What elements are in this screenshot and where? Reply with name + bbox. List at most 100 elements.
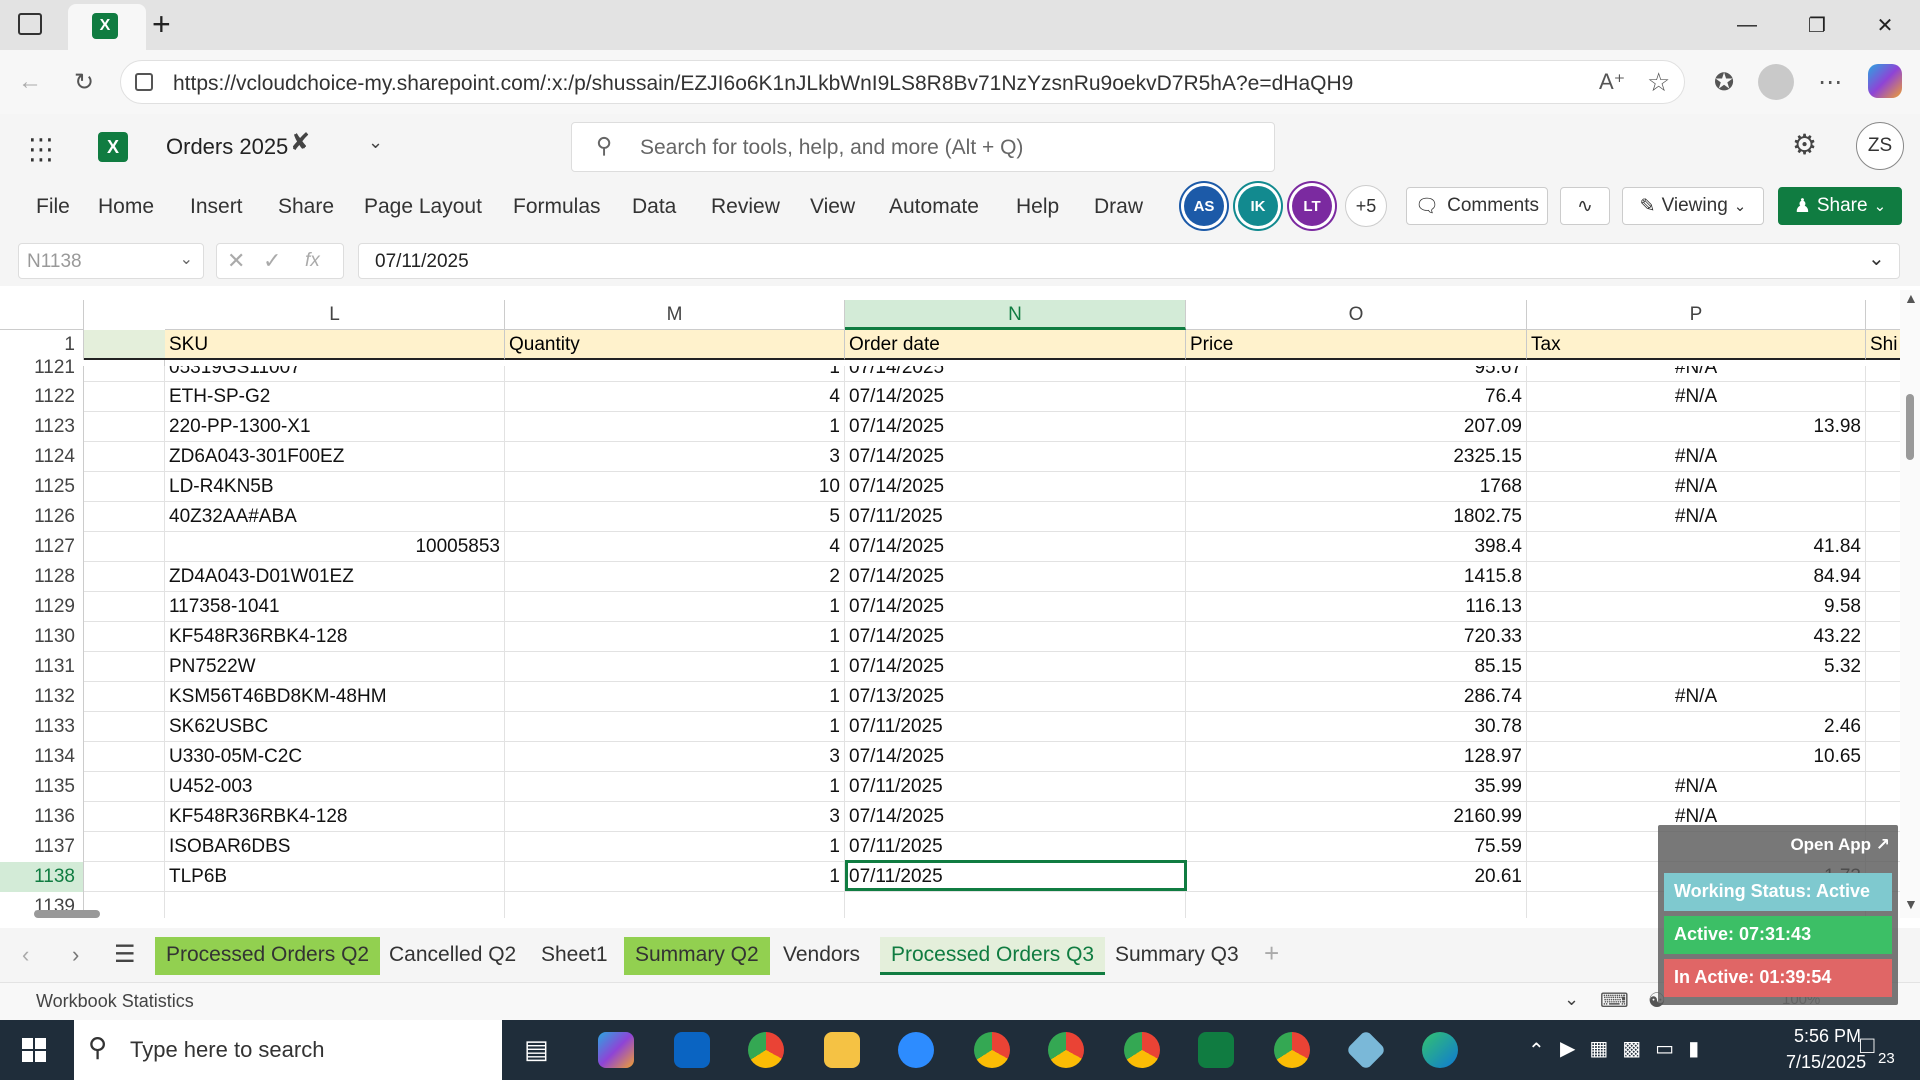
table-cell[interactable]: 07/14/2025 [845, 742, 1186, 772]
table-cell[interactable]: #N/A [1527, 442, 1866, 472]
table-cell[interactable] [1866, 772, 1900, 802]
table-cell[interactable]: 1802.75 [1186, 502, 1527, 532]
header-cell[interactable]: Price [1186, 330, 1527, 360]
back-icon[interactable]: ← [12, 64, 48, 100]
table-cell[interactable]: 220-PP-1300-X1 [165, 412, 505, 442]
table-cell[interactable]: U330-05M-C2C [165, 742, 505, 772]
table-cell[interactable]: 07/14/2025 [845, 472, 1186, 502]
name-box[interactable]: N1138 ⌄ [18, 243, 204, 279]
row-number[interactable]: 1122 [0, 382, 84, 412]
column-header-l[interactable]: L [165, 300, 505, 330]
app-launcher-icon[interactable]: ⋯ ⋯ ⋯ [28, 126, 54, 172]
all-sheets-menu-icon[interactable]: ☰ [114, 940, 136, 969]
table-cell[interactable]: #N/A [1527, 682, 1866, 712]
table-cell[interactable] [1866, 562, 1900, 592]
copilot-icon[interactable] [1868, 64, 1902, 98]
table-cell[interactable]: 35.99 [1186, 772, 1527, 802]
table-cell[interactable] [84, 502, 165, 532]
search-box[interactable]: ⚲ Search for tools, help, and more (Alt … [571, 122, 1275, 172]
chrome-profile-3-icon[interactable] [1124, 1032, 1160, 1068]
row-number[interactable]: 1138 [0, 862, 84, 892]
scroll-thumb[interactable] [1906, 394, 1914, 460]
chevron-down-icon[interactable]: ⌄ [1564, 989, 1579, 1010]
table-cell[interactable]: 116.13 [1186, 592, 1527, 622]
table-cell[interactable] [1866, 442, 1900, 472]
table-cell[interactable]: 1415.8 [1186, 562, 1527, 592]
copilot-app-icon[interactable] [598, 1032, 634, 1068]
row-number[interactable]: 1133 [0, 712, 84, 742]
fx-icon[interactable]: fx [305, 250, 320, 272]
table-cell[interactable] [84, 382, 165, 412]
presence-more[interactable]: +5 [1345, 185, 1387, 227]
table-cell[interactable]: #N/A [1527, 472, 1866, 502]
close-icon[interactable]: ✕ [1862, 8, 1908, 42]
add-sheet-icon[interactable]: + [1264, 938, 1279, 969]
vertical-scrollbar[interactable]: ▲ ▼ [1900, 290, 1920, 918]
windows-start-icon[interactable] [22, 1038, 46, 1062]
table-cell[interactable] [1866, 532, 1900, 562]
table-cell[interactable]: 13.98 [1527, 412, 1866, 442]
confirm-icon[interactable]: ✓ [263, 248, 281, 274]
table-cell[interactable]: 07/11/2025 [845, 772, 1186, 802]
table-cell[interactable] [1866, 412, 1900, 442]
table-cell[interactable] [84, 652, 165, 682]
task-view-icon[interactable]: ▤ [524, 1034, 549, 1065]
row-number[interactable]: 1132 [0, 682, 84, 712]
table-cell[interactable] [84, 412, 165, 442]
tab-actions-icon[interactable] [18, 13, 42, 35]
column-header-m[interactable]: M [505, 300, 845, 330]
table-cell[interactable] [84, 772, 165, 802]
share-button[interactable]: ♟ Share ⌄ [1778, 187, 1902, 225]
row-number[interactable]: 1126 [0, 502, 84, 532]
user-avatar[interactable]: ZS [1856, 122, 1904, 170]
table-cell[interactable]: 07/14/2025 [845, 562, 1186, 592]
table-cell[interactable] [84, 532, 165, 562]
table-cell[interactable]: #N/A [1527, 382, 1866, 412]
table-cell[interactable]: U452-003 [165, 772, 505, 802]
table-cell[interactable]: 1 [505, 622, 845, 652]
table-cell[interactable]: 1 [505, 366, 845, 382]
header-cell[interactable]: Quantity [505, 330, 845, 360]
table-cell[interactable] [84, 742, 165, 772]
table-cell[interactable]: 286.74 [1186, 682, 1527, 712]
table-cell[interactable]: TLP6B [165, 862, 505, 892]
table-cell[interactable]: 10005853 [165, 532, 505, 562]
table-cell[interactable]: 207.09 [1186, 412, 1527, 442]
column-header-p[interactable]: P [1527, 300, 1866, 330]
table-cell[interactable]: KSM56T46BD8KM-48HM [165, 682, 505, 712]
table-cell[interactable] [1866, 622, 1900, 652]
table-cell[interactable]: 30.78 [1186, 712, 1527, 742]
row-number[interactable]: 1123 [0, 412, 84, 442]
search-input[interactable]: Search for tools, help, and more (Alt + … [640, 136, 1023, 160]
sheet-tab-summary-q2[interactable]: Summary Q2 [624, 937, 770, 975]
table-cell[interactable]: 07/14/2025 [845, 366, 1186, 382]
table-cell[interactable]: 07/14/2025 [845, 802, 1186, 832]
chevron-down-icon[interactable]: ⌄ [368, 132, 383, 153]
table-cell[interactable]: 128.97 [1186, 742, 1527, 772]
row-number[interactable]: 1124 [0, 442, 84, 472]
table-cell[interactable]: 1 [505, 862, 845, 892]
table-cell[interactable]: 1 [505, 712, 845, 742]
sheet-tab-cancelled-q2[interactable]: Cancelled Q2 [378, 937, 527, 975]
table-cell[interactable]: 20.61 [1186, 862, 1527, 892]
ribbon-tab-file[interactable]: File [36, 195, 70, 219]
table-cell[interactable]: 5 [505, 502, 845, 532]
table-cell[interactable]: 3 [505, 442, 845, 472]
file-explorer-icon[interactable] [824, 1032, 860, 1068]
ribbon-tab-home[interactable]: Home [98, 195, 154, 219]
table-cell[interactable]: 2 [505, 562, 845, 592]
table-cell[interactable]: 07/14/2025 [845, 652, 1186, 682]
column-header-o[interactable]: O [1186, 300, 1527, 330]
table-cell[interactable]: 07/14/2025 [845, 532, 1186, 562]
table-cell[interactable] [1866, 682, 1900, 712]
table-cell[interactable]: 95.67 [1186, 366, 1527, 382]
table-cell[interactable]: 1768 [1186, 472, 1527, 502]
table-cell[interactable]: 76.4 [1186, 382, 1527, 412]
ribbon-tab-view[interactable]: View [810, 195, 855, 219]
table-cell[interactable]: 07/14/2025 [845, 622, 1186, 652]
presence-avatar-lt[interactable]: LT [1292, 186, 1332, 226]
table-cell[interactable] [1866, 382, 1900, 412]
taskbar-search[interactable]: ⚲ Type here to search [74, 1020, 502, 1080]
table-cell[interactable]: 2.46 [1527, 712, 1866, 742]
row-number[interactable]: 1121 [0, 358, 84, 382]
